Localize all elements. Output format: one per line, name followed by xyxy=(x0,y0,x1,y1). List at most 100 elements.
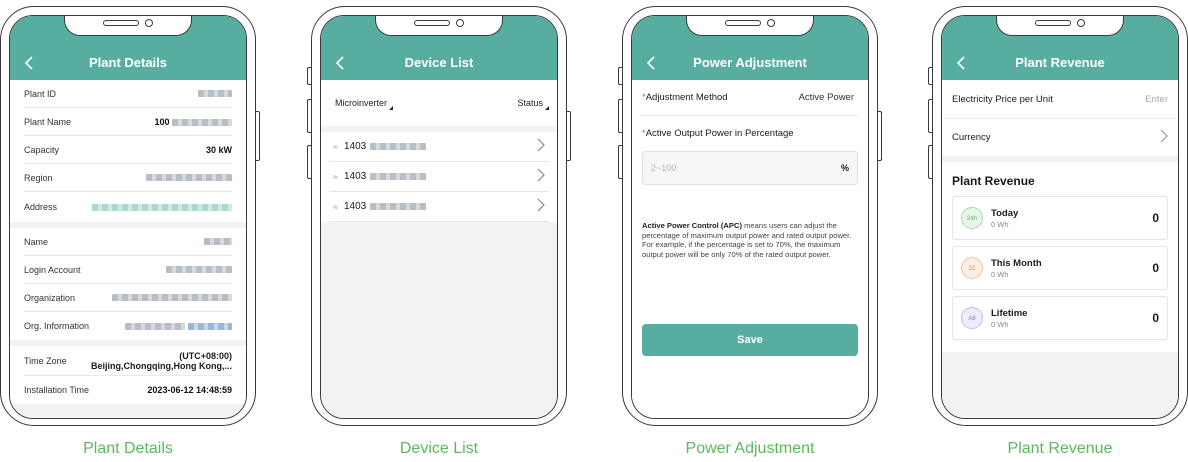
chevron-right-icon xyxy=(537,138,545,155)
caption: Plant Details xyxy=(83,440,173,457)
detail-row-plant-name: Plant Name 100 xyxy=(24,108,232,136)
phone-frame: Plant Revenue Electricity Price per Unit… xyxy=(928,6,1188,426)
account-info-group: Name Login Account Organization Org. Inf… xyxy=(10,228,246,340)
device-type-filter[interactable]: Microinverter xyxy=(329,92,394,114)
all-time-icon: All xyxy=(961,307,983,329)
redacted-value xyxy=(172,118,232,126)
redacted-value xyxy=(204,238,232,245)
price-label: Electricity Price per Unit xyxy=(952,93,1053,105)
device-row[interactable]: ≈ 1403 xyxy=(329,192,549,222)
device-sn: 1403 xyxy=(343,201,367,212)
phone-device-list: Device List Microinverter Status ≈ 1403 … xyxy=(307,0,571,462)
detail-row-region: Region xyxy=(24,164,232,192)
dropdown-icon xyxy=(545,106,549,110)
detail-row-name: Name xyxy=(24,228,232,256)
time-zone-value: (UTC+08:00) Beijing,Chongqing,Hong Kong,… xyxy=(91,351,232,371)
apc-term: Active Power Control (APC) xyxy=(642,221,742,230)
output-percent-input[interactable]: 2~100 % xyxy=(642,151,858,185)
redacted-value xyxy=(92,203,232,211)
redacted-value xyxy=(188,323,232,331)
row-label: Address xyxy=(24,202,58,212)
redacted-value xyxy=(198,90,232,97)
item-energy: 0 Wh xyxy=(991,219,1009,229)
filter-label: Status xyxy=(517,98,543,108)
phone-frame: Device List Microinverter Status ≈ 1403 … xyxy=(307,6,571,426)
output-percent-label: *Active Output Power in Percentage xyxy=(642,128,858,139)
percent-unit: % xyxy=(840,163,849,173)
icon-text: All xyxy=(968,314,976,322)
price-per-unit-row[interactable]: Electricity Price per Unit Enter xyxy=(942,80,1178,118)
device-row[interactable]: ≈ 1403 xyxy=(329,162,549,192)
signal-icon: ≈ xyxy=(333,171,338,182)
power-form: *Adjustment Method Active Power *Active … xyxy=(632,80,868,418)
chevron-right-icon xyxy=(1160,129,1168,146)
revenue-body: Electricity Price per Unit Enter Currenc… xyxy=(942,80,1178,418)
row-label: Installation Time xyxy=(24,385,90,395)
screen: Plant Revenue Electricity Price per Unit… xyxy=(941,15,1179,419)
item-name: Today xyxy=(991,207,1019,219)
time-zone-offset: (UTC+08:00) xyxy=(179,350,232,361)
details-body: Plant ID Plant Name 100 Capacity 30 kW R… xyxy=(10,80,246,418)
revenue-item-this-month: 31 This Month 0 Wh 0 xyxy=(952,246,1168,290)
detail-row-address: Address xyxy=(24,192,232,222)
calendar-icon: 31 xyxy=(961,257,983,279)
detail-row-installation-time: Installation Time 2023-06-12 14:48:59 xyxy=(24,376,232,404)
filter-bar: Microinverter Status xyxy=(321,80,557,126)
capacity-value: 30 kW xyxy=(205,144,232,155)
redacted-value xyxy=(112,294,232,301)
status-filter[interactable]: Status xyxy=(511,92,549,114)
item-name: This Month xyxy=(991,257,1042,269)
detail-row-plant-id: Plant ID xyxy=(24,80,232,108)
row-label: Time Zone xyxy=(24,355,67,366)
currency-label: Currency xyxy=(952,132,991,143)
phone-plant-details: Plant Details Plant ID Plant Name 100 Ca… xyxy=(0,0,260,462)
section-title: Plant Revenue xyxy=(952,174,1035,188)
clock-24h-icon: 24h xyxy=(961,207,983,229)
item-value: 0 xyxy=(1152,261,1159,275)
save-button[interactable]: Save xyxy=(642,324,858,356)
page-title: Device List xyxy=(404,55,474,70)
phone-power-adjustment: Power Adjustment *Adjustment Method Acti… xyxy=(618,0,882,462)
detail-row-login-account: Login Account xyxy=(24,256,232,284)
revenue-item-lifetime: All Lifetime 0 Wh 0 xyxy=(952,296,1168,340)
caption: Power Adjustment xyxy=(685,440,815,457)
page-title: Power Adjustment xyxy=(693,55,807,70)
page-title: Plant Revenue xyxy=(1015,55,1105,70)
item-energy: 0 Wh xyxy=(991,319,1009,329)
row-label: Name xyxy=(24,236,49,247)
price-input[interactable]: Enter xyxy=(1145,94,1168,105)
row-label: Org. Information xyxy=(24,321,90,331)
method-label: Adjustment Method xyxy=(645,92,728,103)
chevron-right-icon xyxy=(537,198,545,215)
device-row[interactable]: ≈ 1403 xyxy=(329,132,549,162)
row-label: Plant Name xyxy=(24,116,72,127)
filter-label: Microinverter xyxy=(335,98,388,108)
device-list-body: Microinverter Status ≈ 1403 ≈ 1403 ≈ 140… xyxy=(321,80,557,418)
plant-name-value: 100 xyxy=(154,116,170,127)
time-info-group: Time Zone (UTC+08:00) Beijing,Chongqing,… xyxy=(10,346,246,404)
redacted-value xyxy=(370,173,427,180)
item-value: 0 xyxy=(1152,211,1159,225)
row-label: Plant ID xyxy=(24,88,57,99)
detail-row-organization: Organization xyxy=(24,284,232,312)
redacted-value xyxy=(370,203,427,210)
revenue-card: Plant Revenue 24h Today 0 Wh 0 31 This Mo… xyxy=(942,162,1178,352)
installation-time-value: 2023-06-12 14:48:59 xyxy=(147,385,232,395)
currency-row[interactable]: Currency xyxy=(942,118,1178,156)
row-label: Login Account xyxy=(24,264,81,275)
screen: Plant Details Plant ID Plant Name 100 Ca… xyxy=(9,15,247,419)
input-placeholder: 2~100 xyxy=(651,163,677,173)
screen: Power Adjustment *Adjustment Method Acti… xyxy=(631,15,869,419)
detail-row-time-zone: Time Zone (UTC+08:00) Beijing,Chongqing,… xyxy=(24,346,232,376)
item-name: Lifetime xyxy=(991,307,1028,319)
caption: Device List xyxy=(399,440,479,457)
row-label: Region xyxy=(24,172,53,183)
detail-row-org-information: Org. Information xyxy=(24,312,232,340)
adjustment-method-row[interactable]: *Adjustment Method Active Power xyxy=(642,80,858,116)
caption: Plant Revenue xyxy=(1007,440,1113,457)
power-adjustment-body: *Adjustment Method Active Power *Active … xyxy=(632,80,868,418)
item-energy: 0 Wh xyxy=(991,269,1009,279)
phone-frame: Plant Details Plant ID Plant Name 100 Ca… xyxy=(0,6,260,426)
redacted-value xyxy=(370,143,427,150)
dropdown-icon xyxy=(389,106,394,110)
